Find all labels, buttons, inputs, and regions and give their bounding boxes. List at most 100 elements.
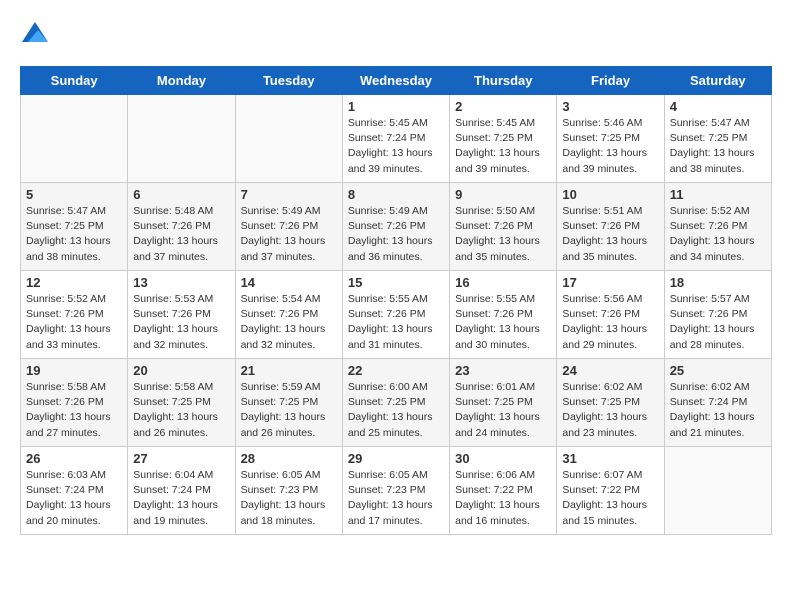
day-header-thursday: Thursday [450,67,557,95]
day-number: 3 [562,99,658,114]
day-header-friday: Friday [557,67,664,95]
day-info: Sunrise: 6:01 AM Sunset: 7:25 PM Dayligh… [455,380,551,441]
calendar-cell: 30 Sunrise: 6:06 AM Sunset: 7:22 PM Dayli… [450,447,557,535]
day-number: 6 [133,187,229,202]
day-info: Sunrise: 5:58 AM Sunset: 7:26 PM Dayligh… [26,380,122,441]
calendar-cell [235,95,342,183]
day-number: 20 [133,363,229,378]
day-number: 5 [26,187,122,202]
day-info: Sunrise: 5:50 AM Sunset: 7:26 PM Dayligh… [455,204,551,265]
day-info: Sunrise: 5:53 AM Sunset: 7:26 PM Dayligh… [133,292,229,353]
day-info: Sunrise: 5:45 AM Sunset: 7:24 PM Dayligh… [348,116,444,177]
calendar-cell: 13 Sunrise: 5:53 AM Sunset: 7:26 PM Dayli… [128,271,235,359]
day-header-sunday: Sunday [21,67,128,95]
day-number: 4 [670,99,766,114]
day-info: Sunrise: 5:57 AM Sunset: 7:26 PM Dayligh… [670,292,766,353]
day-info: Sunrise: 5:52 AM Sunset: 7:26 PM Dayligh… [670,204,766,265]
day-info: Sunrise: 5:49 AM Sunset: 7:26 PM Dayligh… [348,204,444,265]
day-info: Sunrise: 5:45 AM Sunset: 7:25 PM Dayligh… [455,116,551,177]
day-number: 30 [455,451,551,466]
calendar-cell [664,447,771,535]
calendar-cell: 26Sunrise: 6:03 AM Sunset: 7:24 PM Dayli… [21,447,128,535]
calendar-cell: 19 Sunrise: 5:58 AM Sunset: 7:26 PM Dayli… [21,359,128,447]
week-row-2: 5 Sunrise: 5:47 AM Sunset: 7:25 PM Daylig… [21,183,772,271]
day-info: Sunrise: 5:55 AM Sunset: 7:26 PM Dayligh… [455,292,551,353]
day-info: Sunrise: 5:49 AM Sunset: 7:26 PM Dayligh… [241,204,337,265]
calendar-cell: 8 Sunrise: 5:49 AM Sunset: 7:26 PM Daylig… [342,183,449,271]
day-number: 14 [241,275,337,290]
day-number: 23 [455,363,551,378]
logo [20,20,54,50]
calendar-cell: 17 Sunrise: 5:56 AM Sunset: 7:26 PM Dayli… [557,271,664,359]
calendar-cell: 22Sunrise: 6:00 AM Sunset: 7:25 PM Dayli… [342,359,449,447]
day-number: 12 [26,275,122,290]
calendar-cell: 4 Sunrise: 5:47 AM Sunset: 7:25 PM Daylig… [664,95,771,183]
day-number: 17 [562,275,658,290]
day-info: Sunrise: 6:05 AM Sunset: 7:23 PM Dayligh… [241,468,337,529]
day-info: Sunrise: 6:07 AM Sunset: 7:22 PM Dayligh… [562,468,658,529]
calendar-cell: 20 Sunrise: 5:58 AM Sunset: 7:25 PM Dayli… [128,359,235,447]
calendar-cell: 23 Sunrise: 6:01 AM Sunset: 7:25 PM Dayli… [450,359,557,447]
calendar-cell: 1Sunrise: 5:45 AM Sunset: 7:24 PM Daylig… [342,95,449,183]
day-number: 2 [455,99,551,114]
calendar-cell: 21 Sunrise: 5:59 AM Sunset: 7:25 PM Dayli… [235,359,342,447]
calendar-cell [128,95,235,183]
day-number: 21 [241,363,337,378]
day-info: Sunrise: 5:47 AM Sunset: 7:25 PM Dayligh… [26,204,122,265]
day-number: 28 [241,451,337,466]
day-header-saturday: Saturday [664,67,771,95]
calendar-cell: 9 Sunrise: 5:50 AM Sunset: 7:26 PM Daylig… [450,183,557,271]
calendar-cell: 18 Sunrise: 5:57 AM Sunset: 7:26 PM Dayli… [664,271,771,359]
day-info: Sunrise: 6:06 AM Sunset: 7:22 PM Dayligh… [455,468,551,529]
calendar-cell [21,95,128,183]
day-info: Sunrise: 5:52 AM Sunset: 7:26 PM Dayligh… [26,292,122,353]
day-info: Sunrise: 5:58 AM Sunset: 7:25 PM Dayligh… [133,380,229,441]
day-info: Sunrise: 5:54 AM Sunset: 7:26 PM Dayligh… [241,292,337,353]
day-info: Sunrise: 6:02 AM Sunset: 7:25 PM Dayligh… [562,380,658,441]
calendar-cell: 7 Sunrise: 5:49 AM Sunset: 7:26 PM Daylig… [235,183,342,271]
calendar-cell: 5 Sunrise: 5:47 AM Sunset: 7:25 PM Daylig… [21,183,128,271]
logo-icon [20,20,50,50]
day-number: 26 [26,451,122,466]
day-info: Sunrise: 5:51 AM Sunset: 7:26 PM Dayligh… [562,204,658,265]
calendar-table: SundayMondayTuesdayWednesdayThursdayFrid… [20,66,772,535]
day-number: 22 [348,363,444,378]
calendar-cell: 11 Sunrise: 5:52 AM Sunset: 7:26 PM Dayli… [664,183,771,271]
day-number: 9 [455,187,551,202]
week-row-5: 26Sunrise: 6:03 AM Sunset: 7:24 PM Dayli… [21,447,772,535]
day-number: 13 [133,275,229,290]
calendar-cell: 16 Sunrise: 5:55 AM Sunset: 7:26 PM Dayli… [450,271,557,359]
days-header-row: SundayMondayTuesdayWednesdayThursdayFrid… [21,67,772,95]
day-number: 8 [348,187,444,202]
day-number: 16 [455,275,551,290]
day-number: 29 [348,451,444,466]
day-number: 27 [133,451,229,466]
day-header-monday: Monday [128,67,235,95]
day-info: Sunrise: 5:56 AM Sunset: 7:26 PM Dayligh… [562,292,658,353]
day-number: 18 [670,275,766,290]
calendar-cell: 15 Sunrise: 5:55 AM Sunset: 7:26 PM Dayli… [342,271,449,359]
calendar-cell: 27 Sunrise: 6:04 AM Sunset: 7:24 PM Dayli… [128,447,235,535]
calendar-cell: 2 Sunrise: 5:45 AM Sunset: 7:25 PM Daylig… [450,95,557,183]
week-row-3: 12 Sunrise: 5:52 AM Sunset: 7:26 PM Dayli… [21,271,772,359]
day-number: 24 [562,363,658,378]
calendar-cell: 14 Sunrise: 5:54 AM Sunset: 7:26 PM Dayli… [235,271,342,359]
day-info: Sunrise: 5:59 AM Sunset: 7:25 PM Dayligh… [241,380,337,441]
page-header [20,20,772,50]
day-info: Sunrise: 5:55 AM Sunset: 7:26 PM Dayligh… [348,292,444,353]
day-number: 10 [562,187,658,202]
week-row-1: 1Sunrise: 5:45 AM Sunset: 7:24 PM Daylig… [21,95,772,183]
day-info: Sunrise: 6:02 AM Sunset: 7:24 PM Dayligh… [670,380,766,441]
calendar-cell: 24 Sunrise: 6:02 AM Sunset: 7:25 PM Dayli… [557,359,664,447]
day-number: 15 [348,275,444,290]
week-row-4: 19 Sunrise: 5:58 AM Sunset: 7:26 PM Dayli… [21,359,772,447]
day-info: Sunrise: 6:05 AM Sunset: 7:23 PM Dayligh… [348,468,444,529]
day-header-wednesday: Wednesday [342,67,449,95]
day-number: 11 [670,187,766,202]
day-info: Sunrise: 5:48 AM Sunset: 7:26 PM Dayligh… [133,204,229,265]
day-info: Sunrise: 5:47 AM Sunset: 7:25 PM Dayligh… [670,116,766,177]
calendar-cell: 12 Sunrise: 5:52 AM Sunset: 7:26 PM Dayli… [21,271,128,359]
day-number: 7 [241,187,337,202]
day-number: 19 [26,363,122,378]
day-info: Sunrise: 6:04 AM Sunset: 7:24 PM Dayligh… [133,468,229,529]
